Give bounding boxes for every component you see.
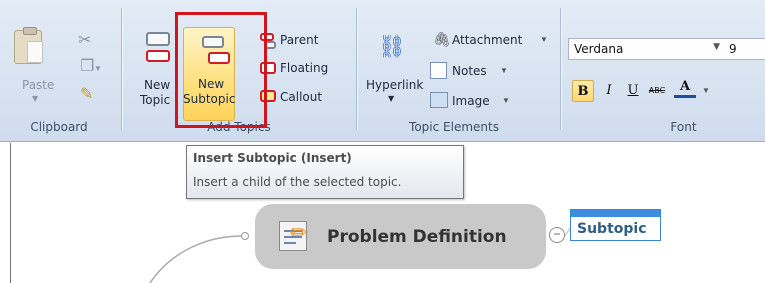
parent-icon <box>260 33 274 41</box>
strikethrough-button[interactable]: ABC <box>646 80 668 102</box>
topic-elements-group: ⛓ Hyperlink ▼ 🖇 Attachment ▼ Notes ▼ Ima… <box>358 4 550 136</box>
image-dropdown-icon[interactable]: ▼ <box>502 96 510 105</box>
copy-icon[interactable]: ❐ <box>80 56 94 76</box>
parent-button[interactable]: Parent <box>258 31 338 51</box>
attachment-label: Attachment <box>452 33 523 47</box>
add-topics-group-label: Add Topics <box>207 120 271 134</box>
callout-label: Callout <box>280 90 323 104</box>
separator <box>121 8 122 130</box>
clipboard-group: Paste ▼ ✂ ❐ ▼ ✎ Clipboard <box>0 4 118 136</box>
new-subtopic-label-line1: New <box>198 77 225 91</box>
paperclip-icon: 🖇 <box>433 31 451 47</box>
notes-icon <box>430 62 447 79</box>
central-topic[interactable]: ✏ Problem Definition <box>255 204 546 269</box>
bold-button[interactable]: B <box>572 80 594 102</box>
font-group-label: Font <box>670 120 697 134</box>
subtopic[interactable]: Subtopic <box>570 209 661 241</box>
hyperlink-label: Hyperlink <box>366 78 424 92</box>
link-icon: ⛓ <box>378 34 406 59</box>
font-name-dropdown-icon[interactable]: ▼ <box>713 42 720 52</box>
cut-icon[interactable]: ✂ <box>78 30 91 50</box>
hyperlink-button[interactable]: ⛓ Hyperlink ▼ <box>364 26 424 120</box>
font-group: Verdana ▼ 9 B I U ABC A ▼ Font <box>562 4 765 136</box>
new-topic-label-line2: Topic <box>140 93 171 107</box>
paste-dropdown-icon[interactable]: ▼ <box>32 94 38 103</box>
tooltip-title: Insert Subtopic (Insert) <box>193 151 352 165</box>
copy-dropdown-icon[interactable]: ▼ <box>94 64 102 73</box>
image-label: Image <box>452 94 490 108</box>
connector-line <box>149 235 243 283</box>
floating-button[interactable]: Floating <box>258 59 342 79</box>
subtopic-label: Subtopic <box>577 221 647 237</box>
topic-icon <box>146 32 170 46</box>
paste-label: Paste <box>22 78 55 92</box>
font-color-dropdown-icon[interactable]: ▼ <box>702 86 710 95</box>
floating-label: Floating <box>280 61 329 75</box>
notes-label: Notes <box>452 64 487 78</box>
font-size-combo[interactable]: 9 <box>724 38 765 60</box>
attachment-button[interactable]: 🖇 Attachment ▼ <box>430 31 548 51</box>
font-size-value: 9 <box>729 42 737 56</box>
parent-label: Parent <box>280 33 319 47</box>
connector-dot <box>241 232 249 240</box>
subtopic-selection-bar <box>571 210 660 217</box>
underline-button[interactable]: U <box>622 80 644 102</box>
new-subtopic-label-line2: Subtopic <box>183 92 236 106</box>
hyperlink-dropdown-icon[interactable]: ▼ <box>388 94 394 103</box>
pencil-icon: ✏ <box>290 220 309 245</box>
floating-icon <box>260 62 276 74</box>
paste-button[interactable]: Paste ▼ <box>10 26 54 106</box>
notepad-icon: ✏ <box>279 220 309 251</box>
clipboard-group-label: Clipboard <box>30 120 88 134</box>
attachment-dropdown-icon[interactable]: ▼ <box>540 35 548 44</box>
notes-dropdown-icon[interactable]: ▼ <box>500 66 508 75</box>
new-topic-label-line1: New <box>144 78 171 92</box>
subtopic-icon-child <box>208 52 230 64</box>
topic-icon-bottom <box>146 50 170 62</box>
subtopic-icon <box>202 36 224 48</box>
central-topic-label: Problem Definition <box>327 227 507 247</box>
font-name-combo[interactable]: Verdana ▼ <box>568 38 725 60</box>
image-icon <box>430 92 448 108</box>
font-color-button[interactable]: A <box>674 78 696 98</box>
tooltip: Insert Subtopic (Insert) Insert a child … <box>186 145 464 199</box>
separator <box>356 8 357 130</box>
topic-elements-group-label: Topic Elements <box>409 120 499 134</box>
new-topic-button[interactable]: New Topic <box>132 26 178 120</box>
separator <box>560 8 561 130</box>
italic-button[interactable]: I <box>598 80 620 102</box>
notes-button[interactable]: Notes ▼ <box>430 62 510 82</box>
new-subtopic-button[interactable]: New Subtopic <box>183 27 235 121</box>
image-button[interactable]: Image ▼ <box>430 92 510 112</box>
font-name-value: Verdana <box>574 42 624 56</box>
collapse-toggle[interactable]: − <box>549 227 565 243</box>
format-painter-icon[interactable]: ✎ <box>80 84 93 104</box>
clipboard-icon <box>14 27 43 64</box>
callout-icon <box>260 90 276 102</box>
ribbon: Paste ▼ ✂ ❐ ▼ ✎ Clipboard New Topic Add … <box>0 0 765 142</box>
parent-icon-child <box>264 41 276 49</box>
callout-button[interactable]: Callout <box>258 88 342 108</box>
tooltip-description: Insert a child of the selected topic. <box>193 175 402 189</box>
